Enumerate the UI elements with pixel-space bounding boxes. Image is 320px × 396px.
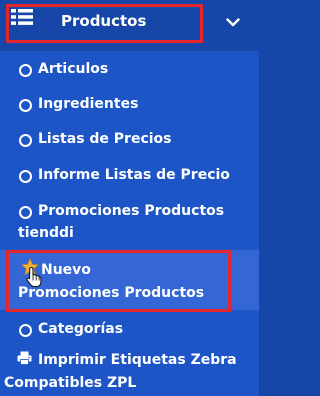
- circle-icon: [19, 99, 32, 112]
- menu-header-title: Productos: [61, 12, 147, 30]
- submenu-list: Articulos Ingredientes Listas de Precios…: [0, 51, 259, 396]
- menu-item-label: Articulos: [38, 61, 109, 77]
- menu-item-label: Ingredientes: [38, 96, 139, 112]
- menu-item-ingredientes[interactable]: Ingredientes: [0, 87, 259, 122]
- printer-icon: [17, 351, 32, 365]
- menu-item-nuevo-promociones-productos[interactable]: Nuevo Promociones Productos: [0, 250, 259, 312]
- menu-item-label: Informe Listas de Precio: [38, 167, 230, 183]
- menu-item-label-line1: Imprimir Etiquetas Zebra: [38, 352, 237, 368]
- sidebar-menu: Productos Articulos Ingredientes Listas …: [0, 0, 259, 396]
- menu-item-imprimir-etiquetas-zebra[interactable]: Imprimir Etiquetas Zebra Compatibles ZPL: [0, 348, 259, 396]
- menu-item-listas-de-precios[interactable]: Listas de Precios: [0, 122, 259, 158]
- menu-item-categorias[interactable]: Categorías: [0, 312, 259, 348]
- menu-item-label-line2: Promociones Productos: [18, 285, 205, 301]
- hand-cursor-icon: [26, 266, 42, 288]
- circle-icon: [19, 324, 32, 337]
- chevron-down-icon[interactable]: [226, 18, 240, 27]
- menu-item-label-line1: Promociones Productos: [38, 203, 225, 219]
- menu-item-informe-listas-de-precio[interactable]: Informe Listas de Precio: [0, 158, 259, 193]
- menu-item-promociones-productos-tienddi[interactable]: Promociones Productos tienddi: [0, 193, 259, 248]
- menu-item-label: Categorías: [38, 321, 124, 337]
- list-icon: [11, 9, 33, 25]
- menu-item-label: Listas de Precios: [38, 131, 172, 147]
- menu-item-label-line2: Compatibles ZPL: [4, 375, 137, 391]
- menu-item-label-line1: Nuevo: [41, 262, 91, 278]
- circle-icon: [19, 134, 32, 147]
- circle-icon: [19, 170, 32, 183]
- circle-icon: [19, 64, 32, 77]
- circle-icon: [19, 206, 32, 219]
- menu-header[interactable]: Productos: [0, 0, 259, 51]
- menu-item-articulos[interactable]: Articulos: [0, 51, 259, 87]
- menu-item-label-line2: tienddi: [18, 225, 74, 241]
